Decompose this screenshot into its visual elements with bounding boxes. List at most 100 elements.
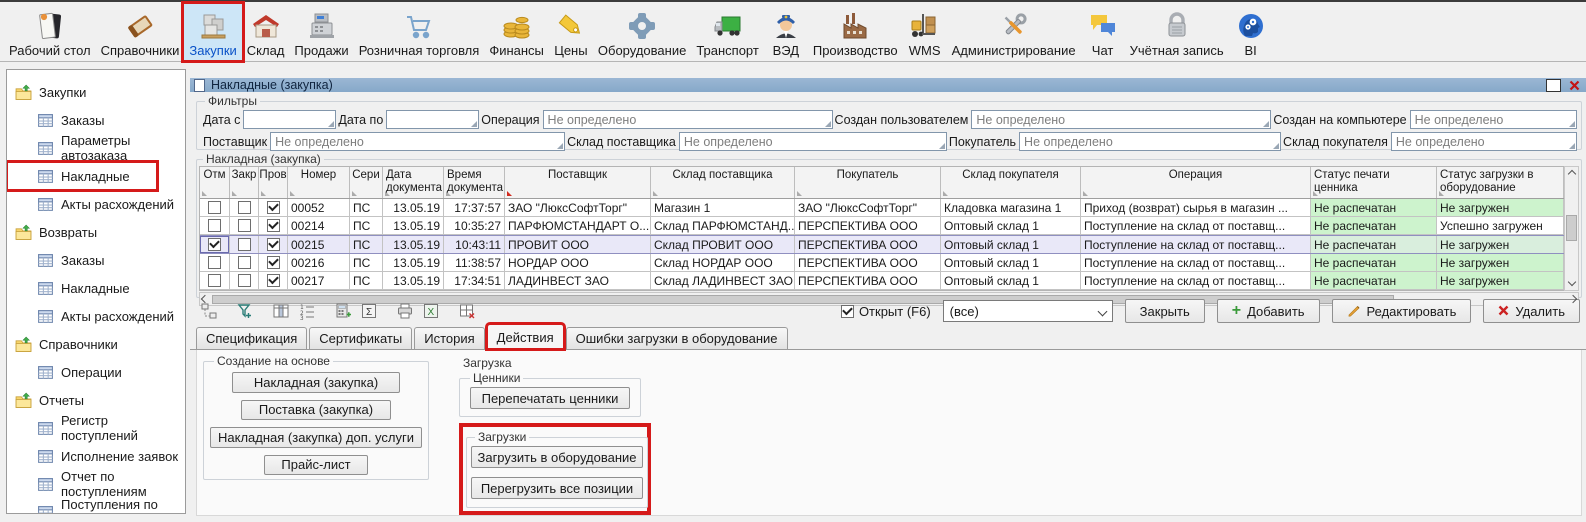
column-header-approved[interactable]: Пров	[259, 167, 288, 198]
toolbar-item-prices[interactable]: Цены	[549, 4, 593, 60]
toolbar-item-administration[interactable]: Администрирование	[947, 4, 1081, 60]
tree-item-return-orders[interactable]: Заказы	[7, 246, 185, 274]
tree-item-return-invoices[interactable]: Накладные	[7, 274, 185, 302]
approved-checkbox[interactable]	[267, 256, 280, 269]
tree-item-invoices[interactable]: Накладные	[7, 162, 157, 190]
remove-column-icon[interactable]	[456, 301, 478, 321]
closed-checkbox[interactable]	[238, 219, 251, 232]
operation-input[interactable]: Не определено	[543, 110, 833, 129]
toolbar-item-equipment[interactable]: Оборудование	[593, 4, 691, 60]
toolbar-item-sales[interactable]: Продажи	[289, 4, 353, 60]
tree-item-receipts-by-week[interactable]: Поступления по неделям	[7, 498, 185, 514]
hierarchy-icon[interactable]	[198, 301, 220, 321]
toolbar-item-purchases[interactable]: Закупки	[184, 4, 241, 60]
approved-checkbox[interactable]	[267, 219, 280, 232]
excel-export-icon[interactable]: X	[420, 301, 442, 321]
load-to-equipment-button[interactable]: Загрузить в оборудование	[471, 446, 643, 468]
tree-group-reports[interactable]: Отчеты	[7, 386, 185, 414]
toolbar-item-customs[interactable]: ВЭД	[764, 4, 808, 60]
closed-checkbox[interactable]	[238, 274, 251, 287]
column-header-supplier-warehouse[interactable]: Склад поставщика	[651, 167, 795, 198]
tab-load-errors[interactable]: Ошибки загрузки в оборудование	[566, 327, 788, 349]
column-header-doc-date[interactable]: Дата документа	[383, 167, 444, 198]
print-icon[interactable]	[394, 301, 416, 321]
reload-all-positions-button[interactable]: Перегрузить все позиции	[471, 477, 643, 499]
created-by-input[interactable]: Не определено	[971, 110, 1271, 129]
status-filter-select[interactable]: (все)	[943, 300, 1113, 322]
tab-history[interactable]: История	[414, 327, 484, 349]
column-header-marked[interactable]: Отм	[200, 167, 230, 198]
filter-add-icon[interactable]	[234, 301, 256, 321]
approved-checkbox[interactable]	[267, 274, 280, 287]
marked-checkbox[interactable]	[208, 256, 221, 269]
marked-checkbox[interactable]	[208, 219, 221, 232]
create-delivery-button[interactable]: Поставка (закупка)	[241, 400, 391, 421]
table-row-selected[interactable]: 00215 ПС 13.05.19 10:43:11 ПРОВИТ ООО Ск…	[200, 235, 1564, 254]
tree-group-returns[interactable]: Возвраты	[7, 218, 185, 246]
vertical-scroll-thumb[interactable]	[1566, 215, 1577, 241]
tab-specification[interactable]: Спецификация	[196, 327, 307, 349]
close-button[interactable]: Закрыть	[1125, 299, 1205, 323]
toolbar-item-warehouse[interactable]: Склад	[242, 4, 290, 60]
tree-item-return-acts[interactable]: Акты расхождений	[7, 302, 185, 330]
tree-item-requests-execution[interactable]: Исполнение заявок	[7, 442, 185, 470]
column-header-buyer[interactable]: Покупатель	[795, 167, 941, 198]
delete-button[interactable]: Удалить	[1483, 299, 1580, 323]
tree-item-orders[interactable]: Заказы	[7, 106, 185, 134]
toolbar-item-finance[interactable]: Финансы	[484, 4, 549, 60]
tree-group-purchases[interactable]: Закупки	[7, 78, 185, 106]
closed-checkbox[interactable]	[238, 256, 251, 269]
buyer-warehouse-input[interactable]: Не определено	[1391, 132, 1577, 151]
toolbar-item-account[interactable]: Учётная запись	[1125, 4, 1229, 60]
table-row[interactable]: 00052 ПС 13.05.19 17:37:57 ЗАО "ЛюксСофт…	[200, 199, 1564, 217]
calculator-add-icon[interactable]	[332, 301, 354, 321]
edit-button[interactable]: Редактировать	[1332, 299, 1472, 323]
create-invoice-services-button[interactable]: Накладная (закупка) доп. услуги	[210, 427, 422, 448]
supplier-warehouse-input[interactable]: Не определено	[679, 132, 947, 151]
toolbar-item-bi[interactable]: BI	[1229, 4, 1273, 60]
table-row[interactable]: 00216 ПС 13.05.19 11:38:57 НОРДАР ООО Ск…	[200, 254, 1564, 272]
vertical-scrollbar[interactable]	[1564, 166, 1579, 291]
restore-window-icon[interactable]	[1546, 79, 1561, 92]
created-on-input[interactable]: Не определено	[1410, 110, 1577, 129]
toolbar-item-references[interactable]: Справочники	[96, 4, 185, 60]
column-header-doc-time[interactable]: Время документа	[444, 167, 505, 198]
date-to-input[interactable]	[386, 110, 479, 129]
column-header-supplier[interactable]: Поставщик	[505, 167, 651, 198]
column-header-print-status[interactable]: Статус печати ценника	[1311, 167, 1437, 198]
tree-item-receipts-register[interactable]: Регистр поступлений	[7, 414, 185, 442]
marked-checkbox[interactable]	[208, 274, 221, 287]
columns-icon[interactable]	[270, 301, 292, 321]
column-header-number[interactable]: Номер	[288, 167, 350, 198]
sum-icon[interactable]: Σ	[358, 301, 380, 321]
tree-item-receipts-report[interactable]: Отчет по поступлениям	[7, 470, 185, 498]
toolbar-item-transport[interactable]: Транспорт	[691, 4, 764, 60]
date-from-input[interactable]	[243, 110, 336, 129]
closed-checkbox[interactable]	[238, 238, 251, 251]
tree-group-references[interactable]: Справочники	[7, 330, 185, 358]
numbered-list-icon[interactable]: 123	[296, 301, 318, 321]
table-row[interactable]: 00214 ПС 13.05.19 10:35:27 ПАРФЮМСТАНДАР…	[200, 217, 1564, 235]
reprint-pricetags-button[interactable]: Перепечатать ценники	[470, 387, 630, 409]
tree-item-operations[interactable]: Операции	[7, 358, 185, 386]
tab-certificates[interactable]: Сертификаты	[309, 327, 412, 349]
buyer-input[interactable]: Не определено	[1019, 132, 1281, 151]
tree-item-autoorder-params[interactable]: Параметры автозаказа	[7, 134, 185, 162]
tree-item-discrepancy-acts[interactable]: Акты расхождений	[7, 190, 185, 218]
toolbar-item-production[interactable]: Производство	[808, 4, 903, 60]
open-filter-checkbox[interactable]	[841, 305, 854, 318]
close-window-icon[interactable]	[1567, 79, 1582, 92]
create-invoice-button[interactable]: Накладная (закупка)	[232, 372, 400, 393]
approved-checkbox[interactable]	[267, 201, 280, 214]
supplier-input[interactable]: Не определено	[270, 132, 565, 151]
column-header-load-status[interactable]: Статус загрузки в оборудование	[1437, 167, 1564, 198]
marked-checkbox[interactable]	[208, 201, 221, 214]
tab-actions[interactable]: Действия	[487, 324, 564, 349]
toolbar-item-retail[interactable]: Розничная торговля	[354, 4, 485, 60]
create-pricelist-button[interactable]: Прайс-лист	[264, 455, 368, 476]
approved-checkbox[interactable]	[267, 238, 280, 251]
add-button[interactable]: +Добавить	[1217, 299, 1320, 323]
closed-checkbox[interactable]	[238, 201, 251, 214]
column-header-buyer-warehouse[interactable]: Склад покупателя	[941, 167, 1081, 198]
toolbar-item-desktop[interactable]: Рабочий стол	[4, 4, 96, 60]
